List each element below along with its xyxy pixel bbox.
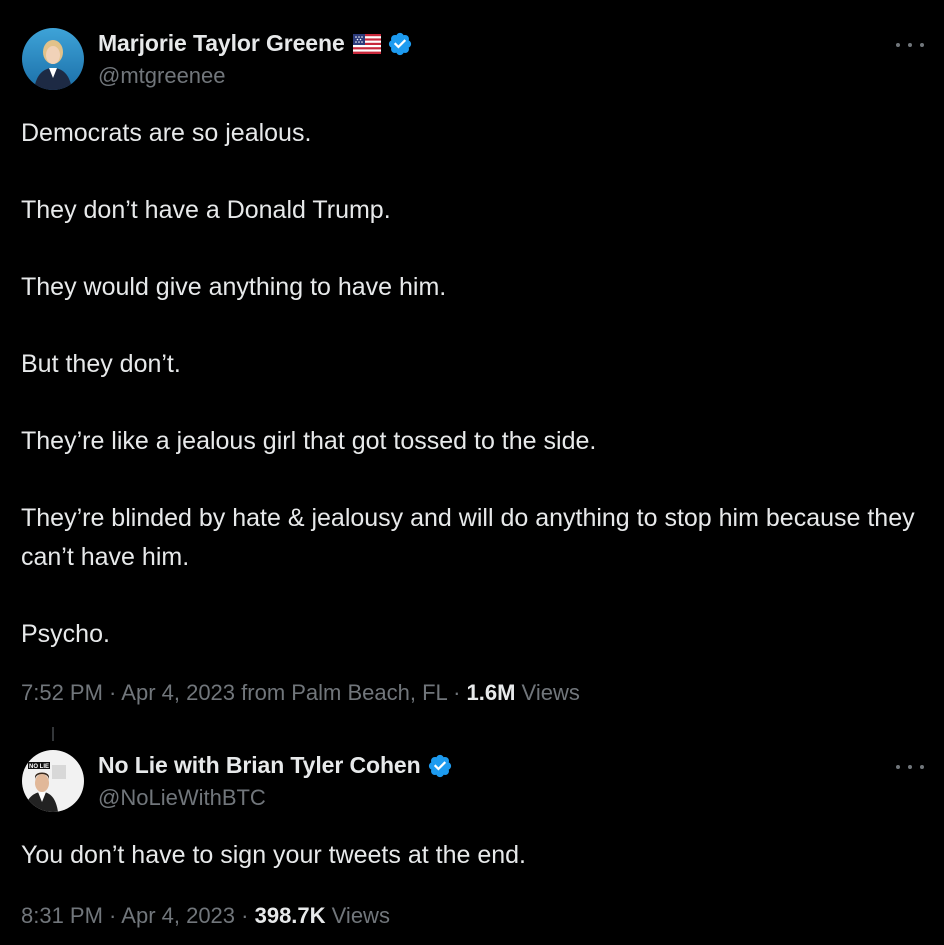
avatar-image: NO LIE [22, 750, 84, 812]
display-name[interactable]: Marjorie Taylor Greene [98, 30, 345, 57]
tweet-paragraph: But they don’t. [21, 350, 181, 378]
handle[interactable]: @mtgreenee [98, 63, 226, 89]
views-label: Views [325, 903, 390, 928]
us-flag-icon [352, 33, 381, 54]
author-row: No Lie with Brian Tyler Cohen [98, 752, 453, 779]
timestamp-time[interactable]: 8:31 PM [21, 903, 103, 928]
more-dot-icon [908, 765, 912, 769]
avatar-noliewithbtc[interactable]: NO LIE [22, 750, 84, 812]
tweet-text: Democrats are so jealous. They don’t hav… [21, 114, 921, 653]
tweet-metadata: 7:52 PM · Apr 4, 2023 from Palm Beach, F… [21, 680, 580, 706]
more-dot-icon [908, 43, 912, 47]
timestamp-date[interactable]: Apr 4, 2023 [121, 903, 235, 928]
tweet-paragraph: Democrats are so jealous. [21, 119, 312, 147]
more-dot-icon [920, 765, 924, 769]
more-dot-icon [896, 43, 900, 47]
more-options-button[interactable] [896, 35, 924, 55]
separator: · [102, 680, 122, 705]
tweet-paragraph: They’re like a jealous girl that got tos… [21, 427, 597, 455]
verified-badge-icon[interactable] [427, 753, 453, 779]
more-dot-icon [920, 43, 924, 47]
separator: · [446, 680, 467, 705]
separator: · [102, 903, 122, 928]
handle[interactable]: @NoLieWithBTC [98, 785, 266, 811]
timestamp-date[interactable]: Apr 4, 2023 [121, 680, 235, 705]
tweet-metadata: 8:31 PM · Apr 4, 2023 · 398.7K Views [21, 903, 390, 929]
tweet-text: You don’t have to sign your tweets at th… [21, 836, 921, 875]
views-label: Views [515, 680, 580, 705]
timestamp-time[interactable]: 7:52 PM [21, 680, 103, 705]
tweet-paragraph: They would give anything to have him. [21, 273, 447, 301]
views-count[interactable]: 398.7K [255, 903, 326, 928]
tweet-paragraph: You don’t have to sign your tweets at th… [21, 841, 526, 869]
more-options-button[interactable] [896, 757, 924, 777]
views-count[interactable]: 1.6M [467, 680, 516, 705]
avatar-image [22, 28, 84, 90]
display-name[interactable]: No Lie with Brian Tyler Cohen [98, 752, 421, 779]
avatar-mtgreenee[interactable] [22, 28, 84, 90]
tweet-paragraph: They’re blinded by hate & jealousy and w… [21, 504, 915, 571]
location: from Palm Beach, FL [235, 680, 447, 705]
tweet-paragraph: Psycho. [21, 619, 110, 648]
author-row: Marjorie Taylor Greene [98, 30, 413, 57]
avatar-logo-text: NO LIE [29, 764, 49, 770]
thread-connector-line [52, 727, 54, 741]
more-dot-icon [896, 765, 900, 769]
tweet-paragraph: They don’t have a Donald Trump. [21, 196, 391, 224]
verified-badge-icon[interactable] [387, 31, 413, 57]
separator: · [235, 903, 255, 928]
